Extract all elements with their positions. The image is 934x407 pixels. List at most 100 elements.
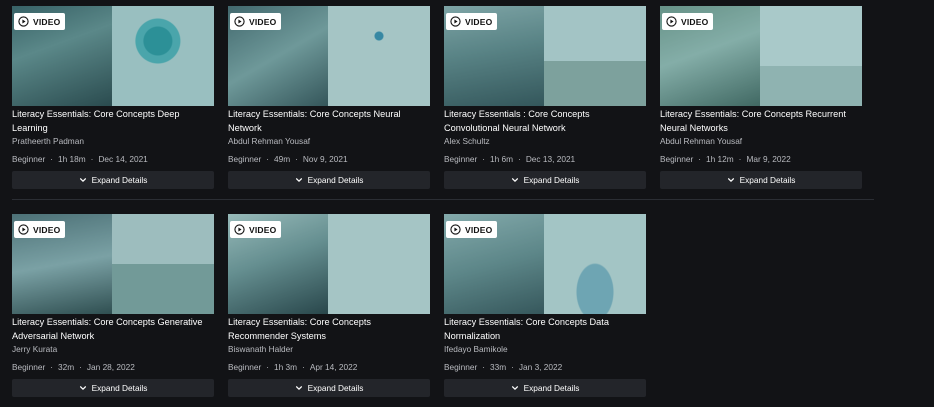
chevron-down-icon: [79, 178, 86, 182]
play-circle-icon: [234, 16, 245, 27]
course-date: Jan 28, 2022: [86, 362, 135, 372]
course-author: Abdul Rehman Yousaf: [228, 136, 311, 146]
expand-details-button[interactable]: Expand Details: [228, 171, 430, 189]
course-thumbnail[interactable]: VIDEO: [444, 6, 646, 106]
row-divider: [12, 199, 874, 200]
course-meta: Beginner · 1h 12m · Mar 9, 2022: [660, 154, 791, 164]
course-author: Biswanath Halder: [228, 344, 294, 354]
course-card: VIDEO Literacy Essentials: Core Concepts…: [12, 214, 214, 397]
course-thumbnail[interactable]: VIDEO: [12, 6, 214, 106]
video-badge-label: VIDEO: [249, 224, 277, 235]
course-thumbnail[interactable]: VIDEO: [12, 214, 214, 314]
course-title[interactable]: Literacy Essentials : Core Concepts Conv…: [444, 108, 646, 135]
play-circle-icon: [666, 16, 677, 27]
play-circle-icon: [450, 16, 461, 27]
video-badge-label: VIDEO: [33, 224, 61, 235]
video-badge-label: VIDEO: [33, 16, 61, 27]
expand-details-button[interactable]: Expand Details: [444, 171, 646, 189]
expand-details-button[interactable]: Expand Details: [228, 379, 430, 397]
course-meta: Beginner · 33m · Jan 3, 2022: [444, 362, 563, 372]
course-author: Ifedayo Bamikole: [444, 344, 508, 354]
play-circle-icon: [234, 224, 245, 235]
course-card: VIDEO Literacy Essentials: Core Concepts…: [660, 6, 862, 189]
slide-preview: [760, 6, 862, 106]
course-card: VIDEO Literacy Essentials: Core Concepts…: [228, 214, 430, 397]
course-thumbnail[interactable]: VIDEO: [228, 214, 430, 314]
course-title[interactable]: Literacy Essentials: Core Concepts Data …: [444, 316, 646, 343]
course-meta: Beginner · 32m · Jan 28, 2022: [12, 362, 135, 372]
course-thumbnail[interactable]: VIDEO: [444, 214, 646, 314]
chevron-down-icon: [295, 178, 302, 182]
video-badge: VIDEO: [230, 221, 282, 238]
course-level: Beginner: [444, 362, 478, 372]
expand-details-button[interactable]: Expand Details: [444, 379, 646, 397]
expand-details-label: Expand Details: [91, 383, 148, 393]
course-level: Beginner: [228, 362, 262, 372]
course-author: Pratheerth Padman: [12, 136, 84, 146]
course-duration: 33m: [489, 362, 507, 372]
video-badge-label: VIDEO: [465, 16, 493, 27]
expand-details-label: Expand Details: [523, 383, 580, 393]
video-badge-label: VIDEO: [681, 16, 709, 27]
video-badge-label: VIDEO: [249, 16, 277, 27]
video-badge: VIDEO: [662, 13, 714, 30]
course-thumbnail[interactable]: VIDEO: [228, 6, 430, 106]
course-card: VIDEO Literacy Essentials: Core Concepts…: [444, 214, 646, 397]
slide-preview: [544, 6, 646, 106]
expand-details-button[interactable]: Expand Details: [660, 171, 862, 189]
expand-details-label: Expand Details: [307, 383, 364, 393]
expand-details-button[interactable]: Expand Details: [12, 379, 214, 397]
course-date: Jan 3, 2022: [518, 362, 563, 372]
course-row-1: VIDEO Literacy Essentials: Core Concepts…: [12, 6, 862, 189]
course-grid: VIDEO Literacy Essentials: Core Concepts…: [0, 0, 934, 407]
course-meta: Beginner · 1h 3m · Apr 14, 2022: [228, 362, 358, 372]
course-duration: 1h 12m: [705, 154, 734, 164]
course-level: Beginner: [444, 154, 478, 164]
course-duration: 1h 6m: [489, 154, 514, 164]
course-duration: 49m: [273, 154, 291, 164]
video-badge: VIDEO: [230, 13, 282, 30]
slide-preview: [544, 214, 646, 314]
play-circle-icon: [18, 16, 29, 27]
course-title[interactable]: Literacy Essentials: Core Concepts Neura…: [228, 108, 430, 135]
slide-preview: [112, 6, 214, 106]
chevron-down-icon: [79, 386, 86, 390]
course-card: VIDEO Literacy Essentials: Core Concepts…: [228, 6, 430, 189]
course-meta: Beginner · 1h 18m · Dec 14, 2021: [12, 154, 148, 164]
chevron-down-icon: [511, 386, 518, 390]
slide-preview: [112, 214, 214, 314]
course-meta: Beginner · 49m · Nov 9, 2021: [228, 154, 348, 164]
video-badge-label: VIDEO: [465, 224, 493, 235]
play-circle-icon: [450, 224, 461, 235]
chevron-down-icon: [511, 178, 518, 182]
course-level: Beginner: [12, 362, 46, 372]
course-date: Dec 13, 2021: [525, 154, 576, 164]
play-circle-icon: [18, 224, 29, 235]
expand-details-button[interactable]: Expand Details: [12, 171, 214, 189]
video-badge: VIDEO: [446, 13, 498, 30]
chevron-down-icon: [295, 386, 302, 390]
course-duration: 32m: [57, 362, 75, 372]
course-duration: 1h 3m: [273, 362, 298, 372]
course-author: Abdul Rehman Yousaf: [660, 136, 743, 146]
slide-preview: [328, 6, 430, 106]
expand-details-label: Expand Details: [739, 175, 796, 185]
course-level: Beginner: [660, 154, 694, 164]
chevron-down-icon: [727, 178, 734, 182]
course-author: Jerry Kurata: [12, 344, 58, 354]
video-badge: VIDEO: [14, 13, 66, 30]
course-thumbnail[interactable]: VIDEO: [660, 6, 862, 106]
course-date: Nov 9, 2021: [302, 154, 348, 164]
course-title[interactable]: Literacy Essentials: Core Concepts Gener…: [12, 316, 214, 343]
course-author: Alex Schultz: [444, 136, 490, 146]
course-meta: Beginner · 1h 6m · Dec 13, 2021: [444, 154, 576, 164]
course-date: Mar 9, 2022: [746, 154, 791, 164]
course-title[interactable]: Literacy Essentials: Core Concepts Deep …: [12, 108, 214, 135]
course-date: Dec 14, 2021: [98, 154, 148, 164]
course-date: Apr 14, 2022: [309, 362, 358, 372]
course-title[interactable]: Literacy Essentials: Core Concepts Recur…: [660, 108, 862, 135]
course-title[interactable]: Literacy Essentials: Core Concepts Recom…: [228, 316, 430, 343]
expand-details-label: Expand Details: [523, 175, 580, 185]
video-badge: VIDEO: [446, 221, 498, 238]
course-level: Beginner: [228, 154, 262, 164]
